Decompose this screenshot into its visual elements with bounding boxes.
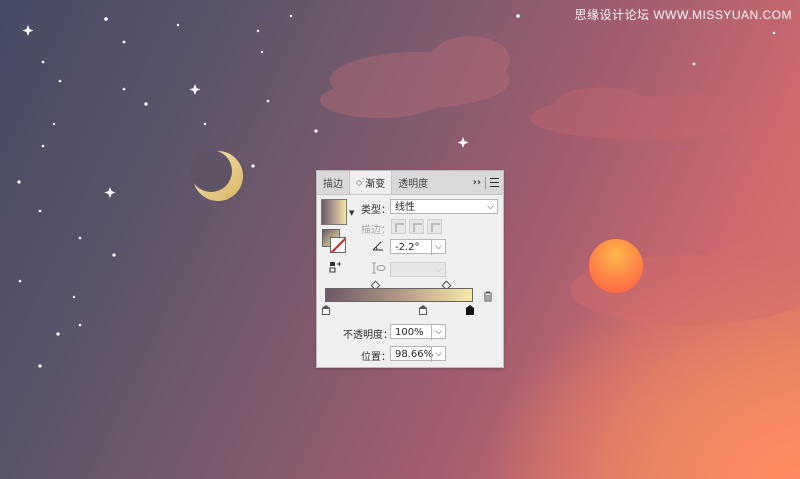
moon-icon — [190, 150, 243, 201]
location-field[interactable]: 98.66% ⌵ — [390, 346, 446, 362]
reverse-gradient-icon[interactable] — [329, 261, 341, 273]
gradient-stop[interactable] — [322, 305, 330, 315]
chevron-down-icon[interactable]: ▼ — [349, 209, 354, 217]
gradient-panel: 描边 ◇ 渐变 透明度 ›› ▼ 类型： 线性 ⌵ 描边： -2.2° ⌵ ⌵ … — [316, 170, 504, 368]
location-value: 98.66% — [395, 349, 434, 360]
aspect-ratio-icon — [372, 262, 386, 274]
chevron-down-icon: ⌵ — [431, 325, 442, 340]
sun-icon — [589, 239, 643, 293]
cloud-right — [530, 87, 750, 140]
opacity-value: 100% — [395, 327, 424, 338]
tab-gradient[interactable]: ◇ 渐变 — [349, 171, 393, 194]
stroke-across-button[interactable] — [427, 219, 442, 234]
updown-icon: ◇ — [356, 178, 363, 187]
opacity-label: 不透明度： — [343, 330, 393, 341]
angle-value: -2.2° — [395, 242, 420, 253]
angle-icon — [372, 241, 383, 251]
gradient-stop-selected[interactable] — [466, 305, 474, 315]
double-chevron-right-icon[interactable]: ›› — [473, 177, 481, 188]
divider — [485, 176, 486, 189]
gradient-ramp[interactable] — [325, 288, 473, 302]
gradient-stop[interactable] — [419, 305, 427, 315]
panel-menu-icon[interactable] — [490, 178, 499, 187]
tab-label: 渐变 — [365, 179, 386, 190]
type-label: 类型： — [361, 205, 391, 216]
tab-transparency[interactable]: 透明度 — [392, 171, 434, 194]
location-label: 位置： — [361, 352, 391, 363]
stroke-within-button[interactable] — [391, 219, 406, 234]
aspect-ratio-field: ⌵ — [390, 262, 446, 277]
chevron-down-icon: ⌵ — [435, 265, 442, 275]
stroke-label: 描边： — [361, 225, 391, 236]
star-sparkle — [457, 137, 469, 148]
gradient-type-select[interactable]: 线性 ⌵ — [390, 199, 498, 214]
stroke-none-swatch[interactable] — [330, 237, 346, 253]
tab-stroke[interactable]: 描边 — [317, 171, 349, 194]
tab-label: 透明度 — [398, 179, 429, 190]
panel-tab-bar: 描边 ◇ 渐变 透明度 ›› — [317, 171, 503, 195]
chevron-down-icon: ⌵ — [431, 347, 442, 362]
angle-field[interactable]: -2.2° ⌵ — [390, 239, 446, 255]
chevron-down-icon: ⌵ — [487, 202, 494, 212]
star-sparkle — [104, 187, 116, 198]
star-sparkle — [22, 25, 34, 36]
cloud-top-right — [320, 36, 510, 118]
gradient-swatch[interactable] — [321, 199, 347, 225]
tab-label: 描边 — [323, 179, 343, 190]
stroke-along-button[interactable] — [409, 219, 424, 234]
star-sparkle — [189, 84, 201, 95]
chevron-down-icon: ⌵ — [431, 240, 442, 255]
gradient-type-value: 线性 — [395, 202, 415, 213]
opacity-field[interactable]: 100% ⌵ — [390, 324, 446, 340]
trash-icon[interactable] — [483, 291, 493, 302]
